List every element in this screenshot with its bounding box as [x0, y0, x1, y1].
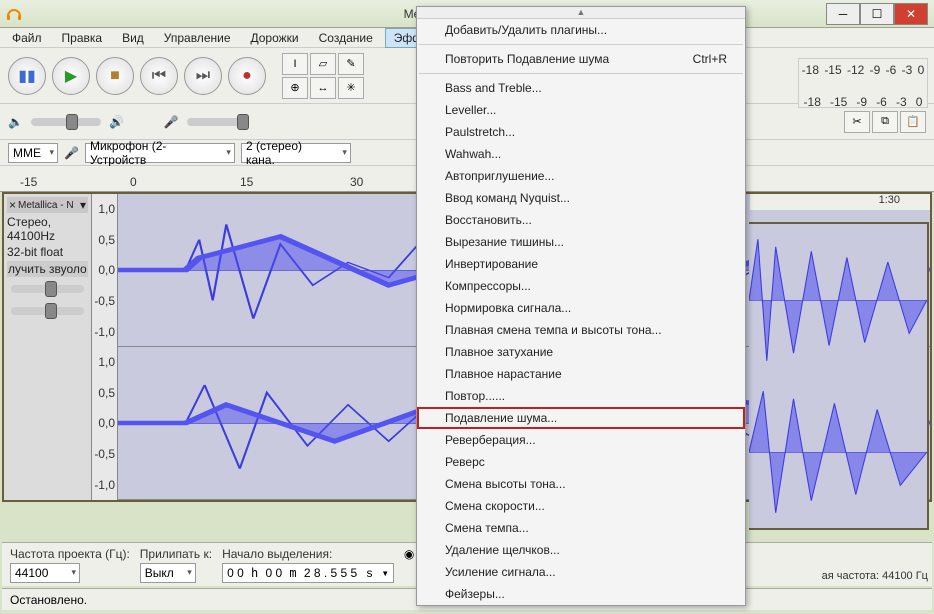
- effect-item[interactable]: Плавное затухание: [417, 341, 745, 363]
- effect-item[interactable]: Реверберация...: [417, 429, 745, 451]
- effect-item[interactable]: Смена высоты тона...: [417, 473, 745, 495]
- track-menu-button[interactable]: ▾: [80, 198, 86, 212]
- minimize-button[interactable]: ─: [826, 3, 860, 25]
- effect-item[interactable]: Плавное нарастание: [417, 363, 745, 385]
- snap-label: Прилипать к:: [140, 547, 212, 561]
- stop-button[interactable]: ■: [96, 57, 134, 95]
- track-info-format: 32-bit float: [7, 245, 88, 259]
- track-panel[interactable]: × Metallica - N ▾ Стерео, 44100Hz 32-bit…: [4, 194, 92, 500]
- project-rate-select[interactable]: 44100: [10, 563, 80, 583]
- playback-status: Остановлено.: [10, 593, 87, 607]
- close-button[interactable]: ✕: [894, 3, 928, 25]
- track-info-rate: Стерео, 44100Hz: [7, 215, 88, 243]
- effect-item[interactable]: Добавить/Удалить плагины...: [417, 19, 745, 41]
- menu-управление[interactable]: Управление: [156, 29, 239, 47]
- effect-item[interactable]: Подавление шума...: [417, 407, 745, 429]
- project-rate-label: Частота проекта (Гц):: [10, 547, 130, 561]
- db-meter: -18-15-12-9-6-30 -18-15-9-6-30: [798, 58, 928, 108]
- effect-item[interactable]: Смена скорости...: [417, 495, 745, 517]
- record-button[interactable]: ●: [228, 57, 266, 95]
- speaker-loud-icon: 🔊: [109, 115, 124, 129]
- selection-start-label: Начало выделения:: [222, 547, 394, 561]
- effect-item[interactable]: Восстановить...: [417, 209, 745, 231]
- effect-item[interactable]: Усиление сигнала...: [417, 561, 745, 583]
- effect-item[interactable]: Ввод команд Nyquist...: [417, 187, 745, 209]
- waveform-right-peek[interactable]: [749, 222, 929, 530]
- effect-item[interactable]: Автоприглушение...: [417, 165, 745, 187]
- menu-дорожки[interactable]: Дорожки: [243, 29, 307, 47]
- menu-scroll-up[interactable]: ▲: [417, 7, 745, 19]
- envelope-tool[interactable]: ▱: [310, 53, 336, 75]
- effect-item[interactable]: Нормировка сигнала...: [417, 297, 745, 319]
- effect-item[interactable]: Повторить Подавление шумаCtrl+R: [417, 48, 745, 70]
- speaker-icon: 🔈: [8, 115, 23, 129]
- snap-select[interactable]: Выкл: [140, 563, 196, 583]
- effect-item[interactable]: Leveller...: [417, 99, 745, 121]
- effect-item[interactable]: Повтор......: [417, 385, 745, 407]
- cut-button[interactable]: ✂: [844, 111, 870, 133]
- maximize-button[interactable]: ☐: [860, 3, 894, 25]
- effect-item[interactable]: Реверс: [417, 451, 745, 473]
- multi-tool[interactable]: ✳: [338, 77, 364, 99]
- effect-item[interactable]: Плавная смена темпа и высоты тона...: [417, 319, 745, 341]
- effects-menu-dropdown: ▲ Добавить/Удалить плагины... Повторить П…: [416, 6, 746, 606]
- effect-item[interactable]: Инвертирование: [417, 253, 745, 275]
- mic-icon: 🎤: [164, 115, 179, 129]
- copy-button[interactable]: ⧉: [872, 111, 898, 133]
- pause-button[interactable]: ▮▮: [8, 57, 46, 95]
- selection-start-time[interactable]: 0 0 h 0 0 m 2 8 . 5 5 5 s ▾: [222, 563, 394, 583]
- effect-item[interactable]: Фейзеры...: [417, 583, 745, 605]
- timeline-ruler-right: 1:30: [750, 194, 930, 210]
- effect-item[interactable]: Компрессоры...: [417, 275, 745, 297]
- effect-item[interactable]: Удаление щелчков...: [417, 539, 745, 561]
- channels-select[interactable]: 2 (стерео) кана.: [241, 143, 351, 163]
- timeshift-tool[interactable]: ↔: [310, 77, 336, 99]
- skip-start-button[interactable]: ⏮: [140, 57, 178, 95]
- menu-правка[interactable]: Правка: [54, 29, 111, 47]
- app-logo: [6, 6, 22, 22]
- skip-end-button[interactable]: ⏭: [184, 57, 222, 95]
- selection-tool[interactable]: I: [282, 53, 308, 75]
- amplitude-scale: 1,00,50,0-0,5-1,01,00,50,0-0,5-1,0: [92, 194, 118, 500]
- track-close-button[interactable]: ×: [9, 198, 16, 212]
- mute-solo-row[interactable]: лучить звуоло: [7, 261, 88, 277]
- effect-item[interactable]: Bass and Treble...: [417, 77, 745, 99]
- play-button[interactable]: ▶: [52, 57, 90, 95]
- effect-item[interactable]: Paulstretch...: [417, 121, 745, 143]
- input-device-select[interactable]: Микрофон (2- Устройств: [85, 143, 235, 163]
- menu-вид[interactable]: Вид: [114, 29, 152, 47]
- menu-файл[interactable]: Файл: [4, 29, 50, 47]
- mic-small-icon: 🎤: [64, 146, 79, 160]
- host-select[interactable]: MME: [8, 143, 58, 163]
- track-name: Metallica - N: [18, 200, 78, 211]
- paste-button[interactable]: 📋: [900, 111, 926, 133]
- menu-создание[interactable]: Создание: [311, 29, 381, 47]
- draw-tool[interactable]: ✎: [338, 53, 364, 75]
- zoom-tool[interactable]: ⊕: [282, 77, 308, 99]
- effect-item[interactable]: Вырезание тишины...: [417, 231, 745, 253]
- effect-item[interactable]: Смена темпа...: [417, 517, 745, 539]
- effect-item[interactable]: Wahwah...: [417, 143, 745, 165]
- actual-rate-status: ая частота: 44100 Гц: [822, 570, 928, 582]
